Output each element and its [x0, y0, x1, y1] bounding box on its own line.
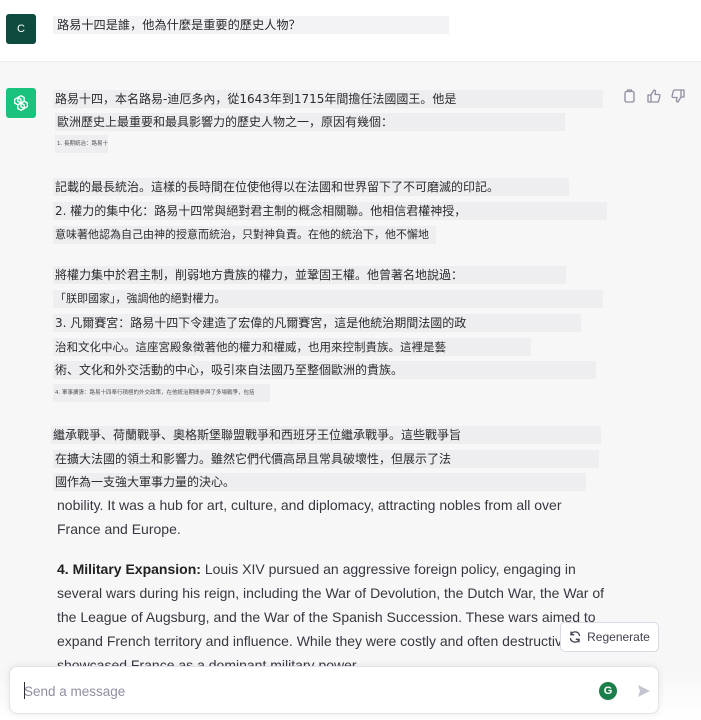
text-caret	[24, 682, 25, 699]
answer-paragraph: nobility. It was a hub for art, culture,…	[57, 493, 605, 541]
answer-paragraph-text: Louis XIV pursued an aggressive foreign …	[57, 561, 605, 669]
message-input[interactable]	[24, 681, 524, 701]
answer-line: 治和文化中心。這座宮殿象徵著他的權力和權威，也用來控制貴族。這裡是藝	[53, 338, 531, 356]
answer-line: 路易十四，本名路易-迪厄多內，從1643年到1715年間擔任法國國王。他是	[53, 90, 603, 108]
answer-line: 3. 凡爾賽宮：路易十四下令建造了宏偉的凡爾賽宮，這是他統治期間法國的政	[53, 314, 581, 332]
user-message-text: 路易十四是誰，他為什麼是重要的歷史人物？	[53, 16, 449, 34]
grammarly-badge-icon[interactable]: G	[599, 682, 617, 700]
answer-line: 國作為一支強大軍事力量的決心。	[53, 473, 586, 491]
regenerate-label: Regenerate	[587, 630, 650, 644]
answer-paragraph-text: nobility. It was a hub for art, culture,…	[57, 497, 562, 537]
answer-line: 記載的最長統治。這樣的長時間在位使他得以在法國和世界留下了不可磨滅的印記。	[53, 178, 569, 196]
send-button[interactable]	[635, 682, 653, 700]
user-avatar: C	[6, 14, 36, 44]
answer-section-heading: 4. Military Expansion:	[57, 561, 201, 577]
regenerate-button[interactable]: Regenerate	[560, 622, 659, 652]
grammarly-badge-letter: G	[603, 685, 613, 697]
answer-line: 1. 長期統治：路易十四在位72年	[55, 135, 108, 153]
answer-line: 歐洲歷史上最重要和最具影響力的歷史人物之一，原因有幾個：	[55, 113, 565, 131]
copy-icon[interactable]	[622, 88, 637, 103]
answer-line: 2. 權力的集中化：路易十四常與絕對君主制的概念相關聯。他相信君權神授，	[53, 202, 607, 220]
user-avatar-letter: C	[17, 23, 25, 35]
answer-line: 繼承戰爭、荷蘭戰爭、奧格斯堡聯盟戰爭和西班牙王位繼承戰爭。這些戰爭旨	[51, 426, 601, 444]
openai-logo-icon	[6, 88, 36, 118]
answer-line: 將權力集中於君主制，削弱地方貴族的權力，並鞏固王權。他曾著名地說過：	[53, 266, 566, 284]
answer-line: 「朕即國家」，強調他的絕對權力。	[53, 290, 603, 308]
thumbs-down-icon[interactable]	[670, 88, 685, 103]
answer-line: 意味著他認為自己由神的授意而統治，只對神負責。在他的統治下，他不懈地	[53, 226, 436, 244]
send-icon	[638, 685, 650, 697]
thumbs-up-icon[interactable]	[646, 88, 661, 103]
answer-line: 術、文化和外交活動的中心，吸引來自法國乃至整個歐洲的貴族。	[53, 361, 596, 379]
message-composer: G	[9, 666, 659, 714]
message-actions	[622, 88, 685, 103]
user-message-row: C 路易十四是誰，他為什麼是重要的歷史人物？	[0, 0, 701, 62]
refresh-icon	[569, 631, 581, 643]
answer-line: 4. 軍事擴張：路易十四奉行積極的外交政策，在他統治期間參與了多場戰爭，包括	[53, 384, 270, 402]
answer-line: 在擴大法國的領土和影響力。雖然它們代價高昂且常具破壞性，但展示了法	[53, 450, 599, 468]
answer-paragraph: 4. Military Expansion: Louis XIV pursued…	[57, 557, 605, 669]
